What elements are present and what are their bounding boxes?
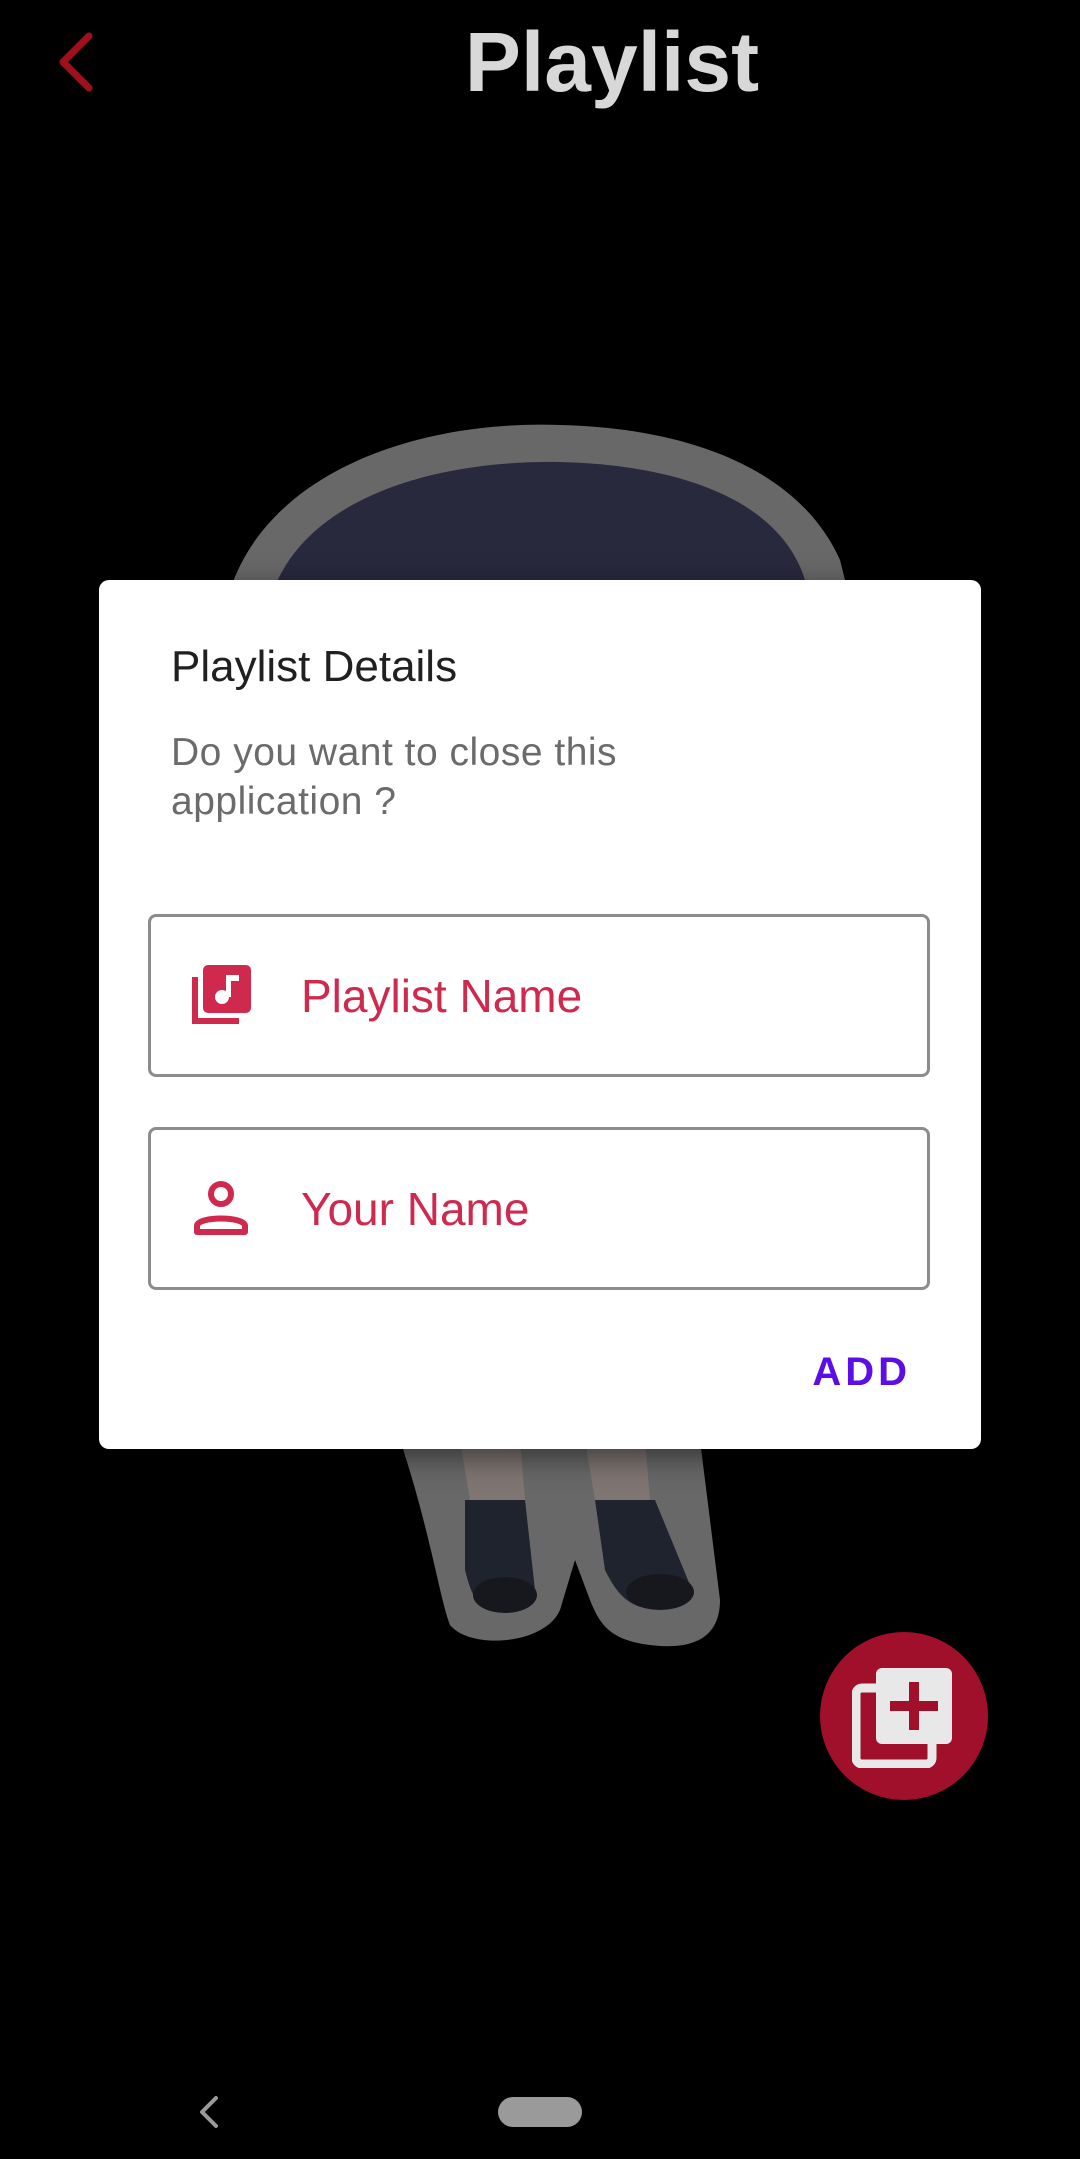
add-button[interactable]: ADD — [812, 1350, 911, 1395]
system-nav-bar — [0, 2060, 1080, 2159]
app-bar: Playlist — [0, 0, 1080, 130]
playlist-name-field[interactable] — [148, 914, 930, 1077]
playlist-name-input[interactable] — [301, 917, 901, 1074]
dialog-message: Do you want to close this application ? — [171, 731, 618, 823]
screen: Playlist Playlist Details Do you want to… — [0, 0, 1080, 2159]
library-music-icon — [192, 965, 251, 1024]
nav-back-icon[interactable] — [190, 2090, 230, 2134]
dialog-title: Playlist Details — [171, 642, 458, 691]
page-title: Playlist — [464, 15, 760, 109]
person-icon — [194, 1181, 248, 1235]
playlist-add-icon — [852, 1668, 952, 1768]
your-name-field[interactable] — [148, 1127, 930, 1290]
playlist-details-dialog: Playlist Details Do you want to close th… — [99, 580, 981, 1449]
your-name-input[interactable] — [301, 1130, 901, 1287]
home-pill-icon[interactable] — [498, 2097, 582, 2127]
add-playlist-fab[interactable] — [820, 1632, 988, 1800]
